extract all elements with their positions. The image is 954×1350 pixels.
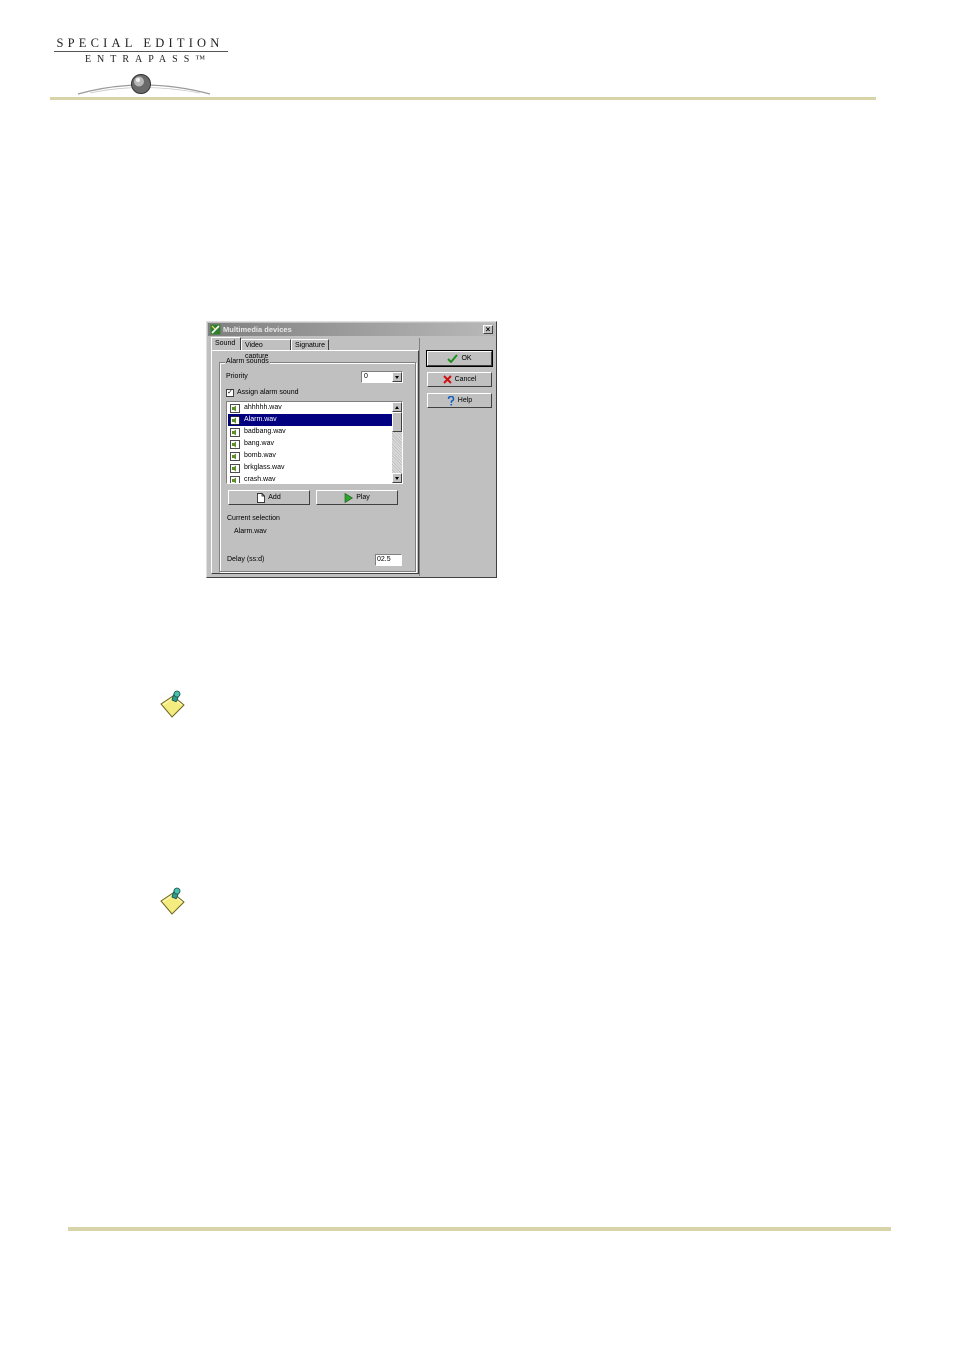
scroll-thumb[interactable] — [392, 412, 402, 432]
wav-file-icon — [230, 440, 240, 449]
close-button[interactable]: × — [483, 325, 493, 334]
question-mark-icon — [447, 395, 455, 406]
play-icon — [344, 492, 354, 503]
footer-rule — [68, 1227, 891, 1231]
chevron-down-icon — [395, 477, 399, 480]
sound-file-list[interactable]: ahhhhh.wav Alarm.wav badbang.wav bang.wa… — [226, 401, 403, 484]
add-button[interactable]: Add — [228, 490, 310, 505]
priority-dropdown-button[interactable] — [392, 372, 402, 382]
red-x-icon — [442, 375, 452, 384]
wav-file-icon — [230, 452, 240, 461]
logo-swoosh-icon — [77, 74, 211, 95]
current-selection-label: Current selection — [227, 515, 280, 522]
list-item[interactable]: crash.wav — [228, 474, 392, 483]
wav-file-icon — [230, 404, 240, 413]
assign-alarm-sound-checkbox[interactable]: ✓ — [226, 389, 234, 397]
checkmark-icon — [447, 354, 459, 363]
multimedia-devices-dialog: Multimedia devices × Sound Video capture… — [206, 321, 497, 578]
close-icon: × — [485, 325, 491, 334]
delay-input[interactable]: 02.5 — [375, 554, 402, 566]
scroll-down-button[interactable] — [392, 473, 402, 483]
note-icon — [160, 887, 185, 915]
list-item[interactable]: badbang.wav — [228, 426, 392, 438]
tab-sound[interactable]: Sound — [211, 337, 241, 350]
assign-alarm-sound-label: Assign alarm sound — [237, 389, 299, 396]
list-item[interactable]: bomb.wav — [228, 450, 392, 462]
logo-divider — [54, 51, 228, 52]
priority-combobox[interactable]: 0 — [361, 371, 403, 383]
tab-signature[interactable]: Signature — [291, 339, 329, 350]
dialog-title: Multimedia devices — [223, 325, 292, 334]
alarm-sounds-group: Alarm sounds Priority 0 ✓ Assign alarm s… — [219, 358, 416, 572]
new-file-icon — [257, 492, 266, 503]
chevron-up-icon — [395, 406, 399, 409]
wav-file-icon — [230, 476, 240, 483]
sound-tab-panel: Alarm sounds Priority 0 ✓ Assign alarm s… — [211, 350, 419, 574]
note-icon — [160, 690, 185, 718]
play-button[interactable]: Play — [316, 490, 398, 505]
priority-label: Priority — [226, 373, 248, 380]
delay-label: Delay (ss:d) — [227, 556, 265, 563]
multimedia-app-icon — [210, 324, 221, 335]
wav-file-icon — [230, 428, 240, 437]
tab-video-capture[interactable]: Video capture — [241, 339, 291, 360]
logo-line-special-edition: SPECIAL EDITION — [56, 36, 224, 50]
pane-separator — [419, 338, 420, 576]
priority-value: 0 — [364, 373, 368, 380]
header-rule — [50, 97, 876, 100]
scroll-up-button[interactable] — [392, 402, 402, 412]
chevron-down-icon — [395, 376, 399, 379]
alarm-sounds-label: Alarm sounds — [225, 358, 270, 365]
list-scrollbar[interactable] — [392, 402, 402, 483]
list-item[interactable]: ahhhhh.wav — [228, 402, 392, 414]
wav-file-icon — [230, 464, 240, 473]
list-item-selected[interactable]: Alarm.wav — [228, 414, 392, 426]
ok-button[interactable]: OK — [426, 350, 493, 367]
list-item[interactable]: bang.wav — [228, 438, 392, 450]
current-selection-value: Alarm.wav — [234, 528, 267, 535]
wav-file-icon — [230, 416, 240, 425]
dialog-titlebar[interactable]: Multimedia devices × — [208, 323, 495, 336]
cancel-button[interactable]: Cancel — [427, 372, 492, 387]
list-item[interactable]: brkglass.wav — [228, 462, 392, 474]
entrapass-logo: SPECIAL EDITION ENTRAPASS™ — [50, 34, 235, 98]
help-button[interactable]: Help — [427, 393, 492, 408]
